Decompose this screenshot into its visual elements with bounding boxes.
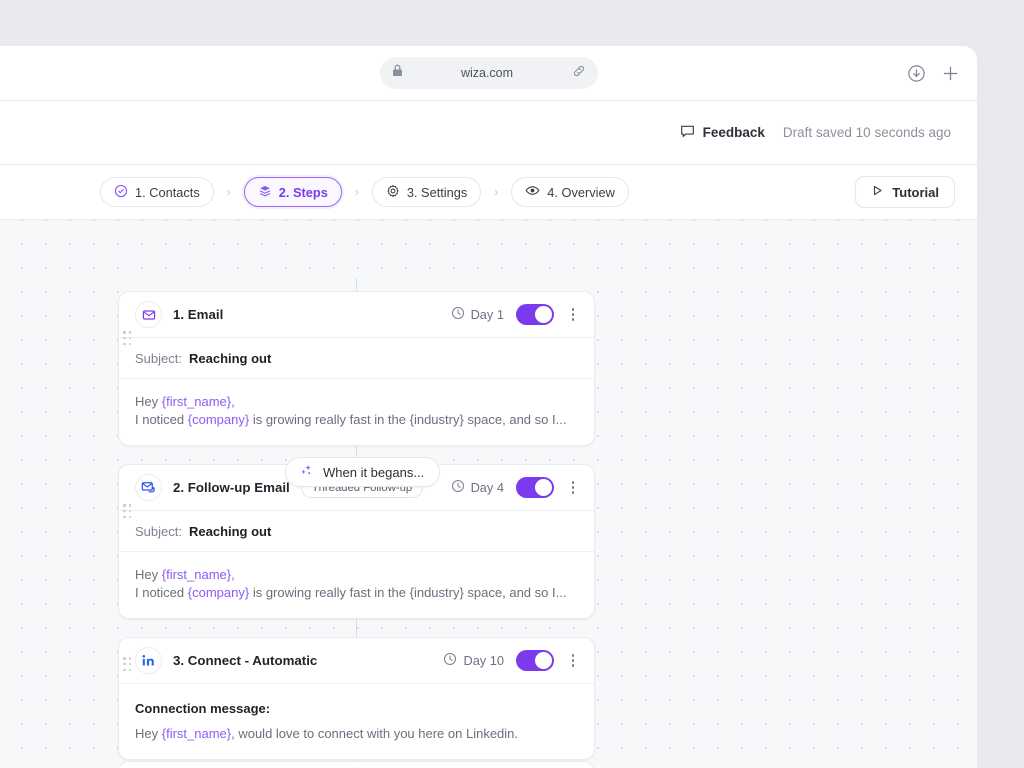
connection-message-label: Connection message: [135,701,271,716]
draft-status: Draft saved 10 seconds ago [782,125,951,140]
drag-handle[interactable] [123,657,132,672]
breadcrumb-label: 4. Overview [547,184,615,200]
drag-handle[interactable] [123,504,132,519]
eye-icon [525,183,540,201]
url-text: wiza.com [460,66,514,80]
step-delay[interactable]: Day 1 [451,306,504,323]
sequence-canvas[interactable]: When it begans... 1. Email Day 1 Subject… [0,220,977,768]
tutorial-button[interactable]: Tutorial [855,176,955,208]
breadcrumb-item-overview[interactable]: 4. Overview [511,177,629,207]
trigger-pill[interactable]: When it begans... [285,457,441,487]
step-title: 1. Email [173,307,224,322]
subject-value: Reaching out [188,523,272,539]
browser-window: wiza.com Feedback Draft saved 10 seconds… [0,46,977,768]
breadcrumb: 1. Contacts › 2. Steps › 3. Settings › 4… [100,177,629,207]
breadcrumb-label: 2. Steps [278,184,328,200]
envelope-icon [135,301,162,328]
step-delay[interactable]: Day 4 [451,479,504,496]
breadcrumb-item-steps[interactable]: 2. Steps [243,177,342,207]
step-breadcrumb-bar: 1. Contacts › 2. Steps › 3. Settings › 4… [0,165,977,220]
step-menu-button[interactable] [566,305,580,324]
connection-message-text: Hey {first_name}, would love to connect … [135,725,578,743]
step-menu-button[interactable] [566,651,580,670]
breadcrumb-label: 3. Settings [406,184,468,200]
envelope-reply-icon [135,474,162,501]
browser-chrome: wiza.com [0,46,977,101]
step-delay[interactable]: Day 10 [443,652,504,669]
address-bar[interactable]: wiza.com [379,57,598,89]
chrome-actions [907,46,959,101]
feedback-label: Feedback [702,125,765,140]
linkedin-icon [135,647,162,674]
chat-bubble-icon [680,124,695,142]
breadcrumb-item-contacts[interactable]: 1. Contacts [100,177,214,207]
message-greeting: Hey [135,726,162,741]
play-icon [871,184,884,200]
variable-first-name: {first_name} [161,726,232,741]
plus-icon[interactable] [942,65,959,82]
variable-company: {company} [187,585,250,600]
variable-first-name: {first_name}, [161,567,235,582]
step-card-followup-email[interactable]: 2. Follow-up Email Threaded Follow-up Da… [118,464,595,619]
app-header: Feedback Draft saved 10 seconds ago [0,101,977,165]
email-body-preview[interactable]: Hey {first_name}, I noticed {company} is… [119,552,594,618]
step-card-linkedin-connect[interactable]: 3. Connect - Automatic Day 10 Connection… [118,637,595,760]
step-card-header: 3. Connect - Automatic Day 10 [119,638,594,684]
body-line-2: I noticed {company} is growing really fa… [135,584,578,602]
body-line-1: Hey {first_name}, [135,566,578,584]
variable-company: {company} [187,412,250,427]
step-card-actions: Day 1 [451,304,580,325]
layers-icon [258,184,272,201]
step-enable-toggle[interactable] [516,304,554,325]
sparkles-icon [298,463,314,482]
breadcrumb-separator: › [226,185,231,199]
check-circle-icon [114,184,128,201]
breadcrumb-item-settings[interactable]: 3. Settings [371,177,482,207]
body-line-1: Hey {first_name}, [135,393,578,411]
step-enable-toggle[interactable] [516,477,554,498]
body-text-post: is growing really fast in the {industry}… [249,585,567,600]
body-greeting: Hey [135,567,162,582]
subject-row[interactable]: Subject: Reaching out [119,511,594,552]
breadcrumb-separator: › [494,185,499,199]
subject-label: Subject: [135,523,182,539]
gear-icon [386,184,400,201]
clock-icon [451,306,465,323]
message-text-post: , would love to connect with you here on… [231,726,519,741]
step-delay-label: Day 1 [470,307,504,322]
step-title: 2. Follow-up Email [173,480,290,495]
feedback-button[interactable]: Feedback [680,124,765,142]
clock-icon [443,652,457,669]
download-icon[interactable] [907,64,926,83]
drag-handle[interactable] [123,331,132,346]
body-text-post: is growing really fast in the {industry}… [249,412,567,427]
link-icon[interactable] [572,64,586,83]
breadcrumb-label: 1. Contacts [135,184,200,200]
tutorial-label: Tutorial [892,184,939,200]
body-line-2: I noticed {company} is growing really fa… [135,411,578,429]
body-text-pre: I noticed [135,412,188,427]
step-card-header: 1. Email Day 1 [119,292,594,338]
step-card-email[interactable]: 1. Email Day 1 Subject: Reaching out Hey… [118,291,595,446]
subject-row[interactable]: Subject: Reaching out [119,338,594,379]
breadcrumb-separator: › [354,185,359,199]
variable-first-name: {first_name}, [161,394,235,409]
step-card-actions: Day 4 [451,477,580,498]
connection-message-preview[interactable]: Connection message: Hey {first_name}, wo… [119,684,594,759]
step-delay-label: Day 10 [463,653,504,668]
body-text-pre: I noticed [135,585,188,600]
step-menu-button[interactable] [566,478,580,497]
step-card-actions: Day 10 [443,650,580,671]
trigger-label: When it begans... [323,464,425,480]
step-delay-label: Day 4 [470,480,504,495]
lock-icon [392,64,403,82]
email-body-preview[interactable]: Hey {first_name}, I noticed {company} is… [119,379,594,445]
step-enable-toggle[interactable] [516,650,554,671]
step-title: 3. Connect - Automatic [173,653,318,668]
clock-icon [451,479,465,496]
body-greeting: Hey [135,394,162,409]
subject-value: Reaching out [188,350,272,366]
step-card-next-partial[interactable] [118,761,595,768]
subject-label: Subject: [135,350,182,366]
